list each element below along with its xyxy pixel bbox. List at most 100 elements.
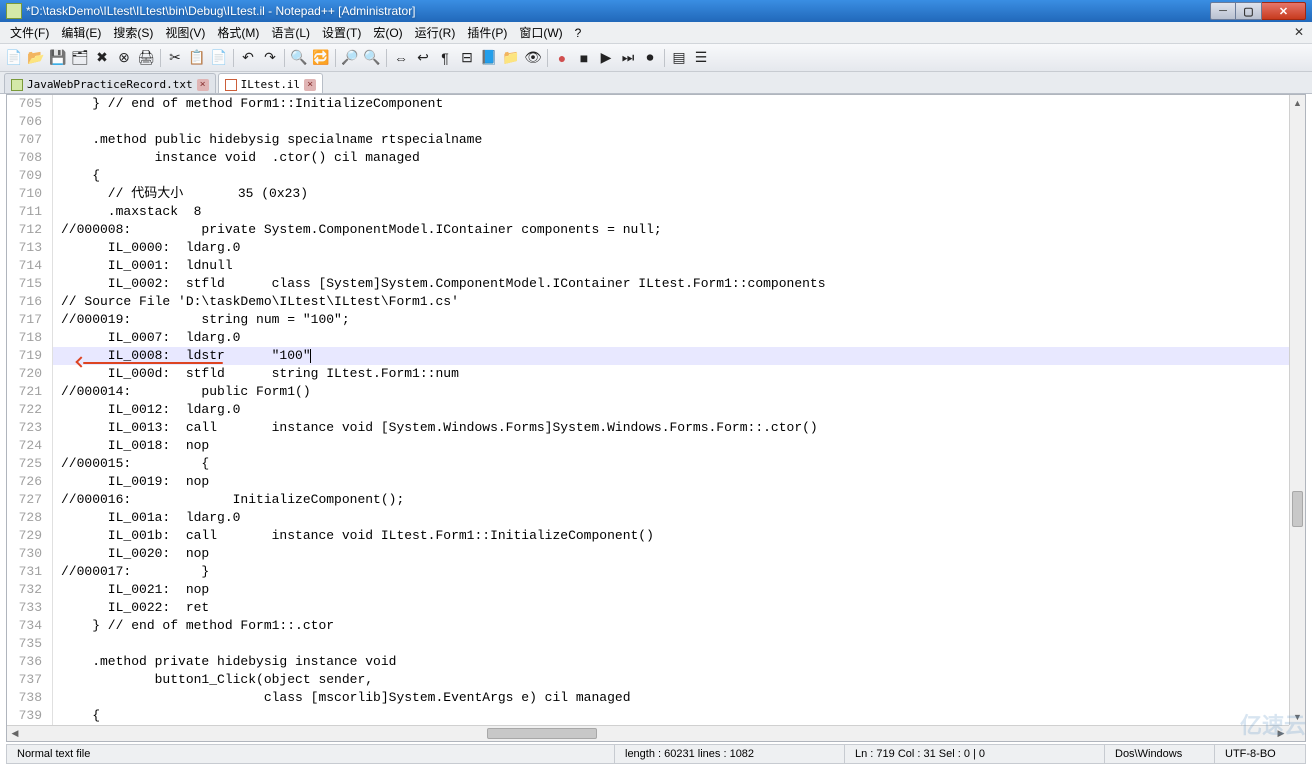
code-line[interactable]: 720 IL_000d: stfld string ILtest.Form1::… — [7, 365, 1289, 383]
code-text[interactable]: //000015: { — [53, 455, 209, 473]
code-line[interactable]: 731//000017: } — [7, 563, 1289, 581]
open-icon[interactable]: 📂 — [26, 48, 46, 68]
folder-icon[interactable]: 📁 — [501, 48, 521, 68]
code-text[interactable]: // 代码大小 35 (0x23) — [53, 185, 308, 203]
code-text[interactable]: //000017: } — [53, 563, 209, 581]
lang-icon[interactable]: 📘 — [479, 48, 499, 68]
stop-record-icon[interactable]: ■ — [574, 48, 594, 68]
monitor-icon[interactable]: 👁 — [523, 48, 543, 68]
horizontal-scrollbar[interactable]: ◀ ▶ — [7, 725, 1289, 741]
scroll-up-icon[interactable]: ▲ — [1290, 95, 1305, 111]
code-line[interactable]: 719 IL_0008: ldstr "100" — [7, 347, 1289, 365]
replace-icon[interactable]: 🔁 — [311, 48, 331, 68]
maximize-button[interactable]: ▢ — [1236, 2, 1262, 20]
code-text[interactable]: IL_0001: ldnull — [53, 257, 233, 275]
code-line[interactable]: 711 .maxstack 8 — [7, 203, 1289, 221]
wrap-icon[interactable]: ↩ — [413, 48, 433, 68]
doc-close-x[interactable]: ✕ — [1294, 25, 1304, 39]
code-text[interactable]: //000014: public Form1() — [53, 383, 311, 401]
code-text[interactable]: } // end of method Form1::.ctor — [53, 617, 334, 635]
code-text[interactable]: IL_0018: nop — [53, 437, 209, 455]
code-text[interactable] — [53, 113, 61, 131]
code-line[interactable]: 717//000019: string num = "100"; — [7, 311, 1289, 329]
save-macro-icon[interactable]: ⏺ — [640, 48, 660, 68]
code-text[interactable]: IL_001a: ldarg.0 — [53, 509, 240, 527]
scroll-thumb[interactable] — [487, 728, 597, 739]
menu-settings[interactable]: 设置(T) — [316, 22, 367, 43]
save-all-icon[interactable]: 🗂 — [70, 48, 90, 68]
code-line[interactable]: 739 { — [7, 707, 1289, 725]
code-line[interactable]: 721//000014: public Form1() — [7, 383, 1289, 401]
undo-icon[interactable]: ↶ — [238, 48, 258, 68]
code-text[interactable]: IL_0013: call instance void [System.Wind… — [53, 419, 818, 437]
menu-macro[interactable]: 宏(O) — [367, 22, 408, 43]
scroll-left-icon[interactable]: ◀ — [7, 726, 23, 741]
menu-plugins[interactable]: 插件(P) — [461, 22, 513, 43]
play-multi-icon[interactable]: ⏭ — [618, 48, 638, 68]
code-line[interactable]: 716// Source File 'D:\taskDemo\ILtest\IL… — [7, 293, 1289, 311]
code-text[interactable] — [53, 635, 61, 653]
code-text[interactable]: IL_0008: ldstr "100" — [53, 347, 311, 365]
code-text[interactable]: IL_0019: nop — [53, 473, 209, 491]
play-icon[interactable]: ▶ — [596, 48, 616, 68]
close-icon[interactable]: ✖ — [92, 48, 112, 68]
code-line[interactable]: 714 IL_0001: ldnull — [7, 257, 1289, 275]
scroll-thumb[interactable] — [1292, 491, 1303, 527]
code-line[interactable]: 707 .method public hidebysig specialname… — [7, 131, 1289, 149]
new-icon[interactable]: 📄 — [4, 48, 24, 68]
menu-search[interactable]: 搜索(S) — [107, 22, 159, 43]
redo-icon[interactable]: ↷ — [260, 48, 280, 68]
menu-help[interactable]: ? — [569, 24, 588, 42]
menu-window[interactable]: 窗口(W) — [513, 22, 568, 43]
scroll-track[interactable] — [1290, 111, 1305, 709]
code-text[interactable]: class [mscorlib]System.EventArgs e) cil … — [53, 689, 631, 707]
zoom-out-icon[interactable]: 🔍 — [362, 48, 382, 68]
tab-close-icon[interactable]: × — [304, 79, 316, 91]
code-line[interactable]: 734 } // end of method Form1::.ctor — [7, 617, 1289, 635]
code-text[interactable]: IL_001b: call instance void ILtest.Form1… — [53, 527, 654, 545]
code-line[interactable]: 718 IL_0007: ldarg.0 — [7, 329, 1289, 347]
code-text[interactable]: //000008: private System.ComponentModel.… — [53, 221, 662, 239]
zoom-in-icon[interactable]: 🔎 — [340, 48, 360, 68]
menu-view[interactable]: 视图(V) — [159, 22, 211, 43]
vertical-scrollbar[interactable]: ▲ ▼ — [1289, 95, 1305, 725]
code-line[interactable]: 712//000008: private System.ComponentMod… — [7, 221, 1289, 239]
scroll-down-icon[interactable]: ▼ — [1290, 709, 1305, 725]
panel-icon[interactable]: ▤ — [669, 48, 689, 68]
code-line[interactable]: 736 .method private hidebysig instance v… — [7, 653, 1289, 671]
code-line[interactable]: 737 button1_Click(object sender, — [7, 671, 1289, 689]
menu-language[interactable]: 语言(L) — [265, 22, 316, 43]
print-icon[interactable]: 🖨 — [136, 48, 156, 68]
menu-edit[interactable]: 编辑(E) — [55, 22, 107, 43]
close-all-icon[interactable]: ⊗ — [114, 48, 134, 68]
code-line[interactable]: 708 instance void .ctor() cil managed — [7, 149, 1289, 167]
code-text[interactable]: .method public hidebysig specialname rts… — [53, 131, 490, 149]
code-text[interactable]: .maxstack 8 — [53, 203, 201, 221]
code-text[interactable]: IL_0012: ldarg.0 — [53, 401, 240, 419]
tab-iltest[interactable]: ILtest.il × — [218, 73, 324, 93]
sync-icon[interactable]: ⇔ — [391, 48, 411, 68]
record-icon[interactable]: ● — [552, 48, 572, 68]
code-text[interactable]: { — [53, 707, 100, 725]
code-line[interactable]: 723 IL_0013: call instance void [System.… — [7, 419, 1289, 437]
code-text[interactable]: // Source File 'D:\taskDemo\ILtest\ILtes… — [53, 293, 467, 311]
code-line[interactable]: 726 IL_0019: nop — [7, 473, 1289, 491]
code-text[interactable]: { — [53, 167, 100, 185]
menu-run[interactable]: 运行(R) — [409, 22, 462, 43]
tab-javawebpracticerecord[interactable]: JavaWebPracticeRecord.txt × — [4, 73, 216, 93]
code-line[interactable]: 732 IL_0021: nop — [7, 581, 1289, 599]
code-line[interactable]: 709 { — [7, 167, 1289, 185]
code-text[interactable]: IL_0007: ldarg.0 — [53, 329, 240, 347]
code-line[interactable]: 715 IL_0002: stfld class [System]System.… — [7, 275, 1289, 293]
find-icon[interactable]: 🔍 — [289, 48, 309, 68]
menu-file[interactable]: 文件(F) — [4, 22, 55, 43]
code-text[interactable]: IL_0021: nop — [53, 581, 209, 599]
copy-icon[interactable]: 📋 — [187, 48, 207, 68]
func-list-icon[interactable]: ☰ — [691, 48, 711, 68]
code-text[interactable]: IL_0022: ret — [53, 599, 209, 617]
tab-close-icon[interactable]: × — [197, 79, 209, 91]
save-icon[interactable]: 💾 — [48, 48, 68, 68]
code-line[interactable]: 706 — [7, 113, 1289, 131]
code-line[interactable]: 722 IL_0012: ldarg.0 — [7, 401, 1289, 419]
code-line[interactable]: 724 IL_0018: nop — [7, 437, 1289, 455]
